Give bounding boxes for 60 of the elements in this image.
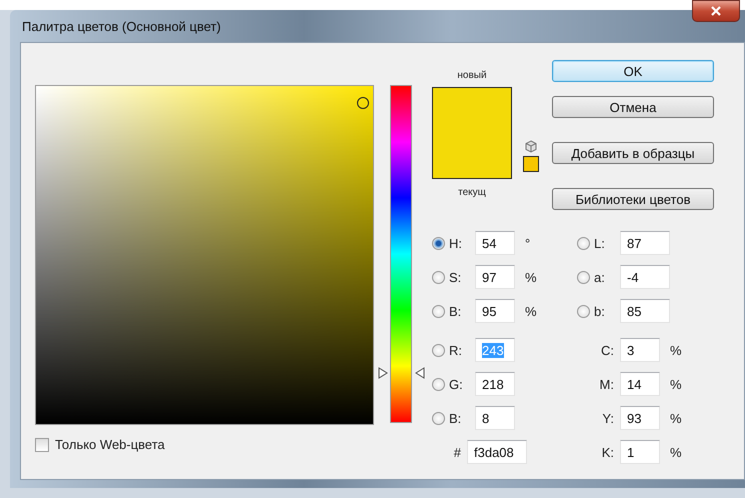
- value-field[interactable]: 93: [620, 406, 660, 430]
- radio-button[interactable]: [432, 236, 445, 250]
- field-label: Y:: [601, 410, 614, 426]
- field-label: G:: [449, 376, 464, 392]
- field-label: a:: [594, 270, 606, 284]
- dialog-button[interactable]: Библиотеки цветов: [552, 188, 714, 210]
- window-title: Палитра цветов (Основной цвет): [22, 18, 221, 34]
- close-button[interactable]: [692, 0, 740, 22]
- field-label: B:: [449, 410, 462, 426]
- unit-label: %: [669, 342, 683, 358]
- field-label: B:: [449, 304, 462, 318]
- value-field[interactable]: 85: [620, 299, 670, 323]
- value-field[interactable]: 3: [620, 338, 660, 362]
- unit-label: %: [524, 270, 538, 284]
- radio-button[interactable]: [432, 304, 445, 318]
- field-label: M:: [598, 376, 614, 392]
- hash-label: #: [452, 444, 461, 460]
- radio-button[interactable]: [432, 270, 445, 284]
- value-field[interactable]: 8: [475, 406, 515, 430]
- value-field[interactable]: -4: [620, 265, 670, 289]
- value-field[interactable]: 97: [475, 265, 515, 289]
- unit-label: °: [524, 236, 532, 250]
- field-label: b:: [594, 304, 606, 318]
- slider-handle[interactable]: [378, 367, 388, 380]
- color-field[interactable]: [35, 85, 374, 425]
- value-field[interactable]: 54: [475, 231, 515, 255]
- radio-button[interactable]: [432, 344, 445, 356]
- value-field[interactable]: 14: [620, 372, 660, 396]
- value-field[interactable]: 87: [620, 231, 670, 255]
- value-field[interactable]: 218: [475, 372, 515, 396]
- unit-label: %: [669, 410, 683, 426]
- field-label: L:: [594, 236, 606, 250]
- unit-label: %: [524, 304, 538, 318]
- checkbox[interactable]: [35, 438, 49, 452]
- unit-label: %: [669, 444, 683, 460]
- radio-button[interactable]: [577, 270, 590, 284]
- unit-label: %: [669, 376, 683, 392]
- new-label: новый: [457, 70, 487, 81]
- field-label: K:: [600, 444, 614, 460]
- dialog-button[interactable]: Добавить в образцы: [552, 142, 714, 164]
- value-field[interactable]: 95: [475, 299, 515, 323]
- radio-button[interactable]: [577, 304, 590, 318]
- gamut-swatch[interactable]: [523, 156, 539, 172]
- radio-button[interactable]: [577, 236, 590, 250]
- checkbox-label: Только Web-цвета: [55, 437, 165, 452]
- current-color-swatch[interactable]: [432, 133, 512, 179]
- field-label: C:: [600, 342, 614, 358]
- field-label: S:: [449, 270, 462, 284]
- picker-circle[interactable]: [356, 96, 369, 109]
- close-icon: [711, 6, 721, 16]
- field-label: R:: [449, 342, 463, 358]
- value-field[interactable]: 1: [620, 440, 660, 464]
- radio-button[interactable]: [432, 412, 445, 424]
- dialog-button[interactable]: Отмена: [552, 96, 714, 118]
- radio-button[interactable]: [432, 378, 445, 390]
- hex-field[interactable]: f3da08: [467, 440, 527, 464]
- field-label: H:: [449, 236, 463, 250]
- slider-handle[interactable]: [415, 367, 425, 380]
- dialog-button[interactable]: OK: [552, 60, 714, 82]
- current-label: текущ: [458, 187, 486, 198]
